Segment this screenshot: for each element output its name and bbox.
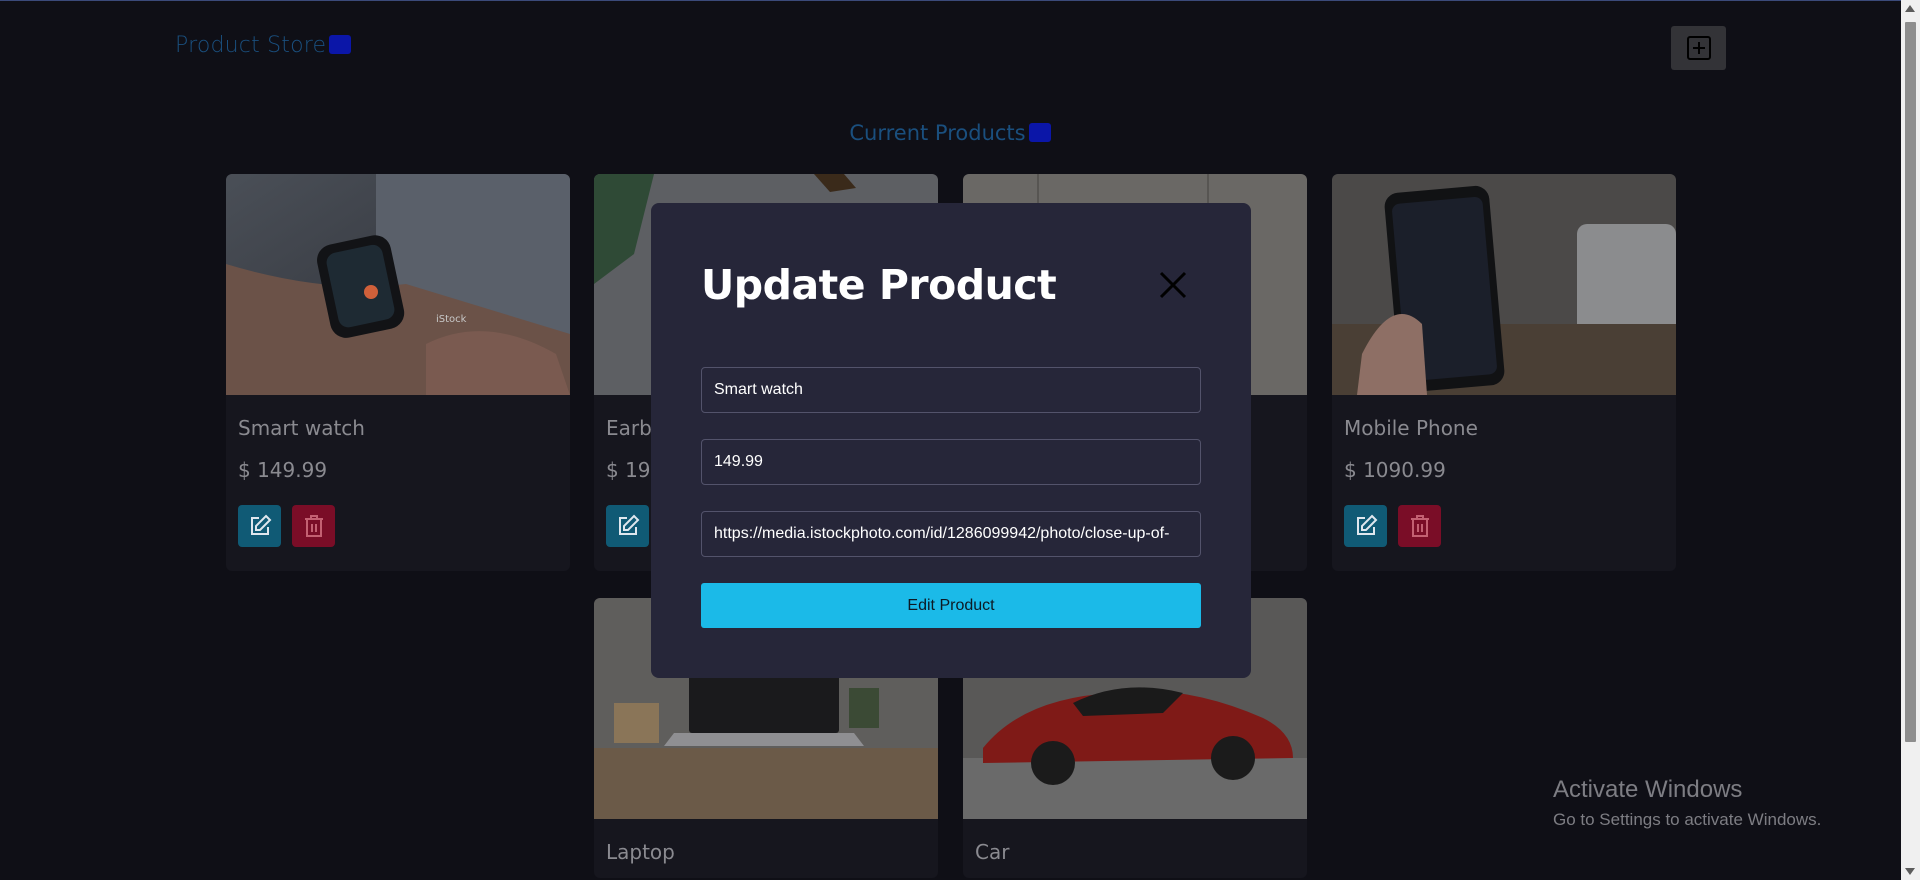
scroll-up-arrow-icon[interactable] — [1905, 5, 1915, 12]
product-price-input[interactable] — [701, 439, 1201, 485]
section-title-text: Current Products — [849, 121, 1026, 145]
edit-product-button[interactable]: Edit Product — [701, 583, 1201, 628]
trash-icon — [304, 515, 323, 537]
product-price: $ 149.99 — [238, 458, 328, 482]
plus-square-icon — [1686, 36, 1711, 60]
product-image: iStock — [226, 174, 570, 395]
product-name: Smart watch — [238, 416, 365, 440]
product-card: Mobile Phone $ 1090.99 — [1332, 174, 1676, 571]
product-image — [1332, 174, 1676, 395]
vertical-scrollbar[interactable] — [1901, 0, 1920, 880]
update-product-modal: Update Product Edit Product — [651, 203, 1251, 678]
product-card: iStock Smart watch $ 149.99 — [226, 174, 570, 571]
brand-logo[interactable]: Product Store — [175, 33, 352, 58]
section-title: Current Products — [0, 121, 1900, 145]
add-product-button[interactable] — [1671, 26, 1726, 70]
close-icon — [1159, 271, 1187, 299]
delete-button[interactable] — [1398, 505, 1441, 547]
product-name-input[interactable] — [701, 367, 1201, 413]
edit-button[interactable] — [606, 505, 649, 547]
products-emoji-icon — [1028, 123, 1051, 142]
product-name: Car — [975, 840, 1010, 864]
scroll-down-arrow-icon[interactable] — [1905, 868, 1915, 875]
edit-icon — [250, 514, 271, 535]
svg-text:iStock: iStock — [436, 314, 467, 325]
delete-button[interactable] — [292, 505, 335, 547]
activate-windows-watermark: Activate Windows Go to Settings to activ… — [1553, 776, 1821, 830]
modal-title: Update Product — [701, 261, 1057, 309]
product-name: Laptop — [606, 840, 675, 864]
brand-label: Product Store — [175, 33, 327, 58]
edit-button[interactable] — [238, 505, 281, 547]
watermark-subtitle: Go to Settings to activate Windows. — [1553, 810, 1822, 829]
product-image-url-input[interactable] — [701, 511, 1201, 557]
scroll-thumb[interactable] — [1905, 22, 1916, 742]
store-emoji-icon — [329, 35, 352, 54]
product-name: Earb — [606, 416, 652, 440]
product-price: $ 1090.99 — [1344, 458, 1446, 482]
edit-icon — [618, 514, 639, 535]
top-border — [0, 0, 1920, 1]
trash-icon — [1410, 515, 1429, 537]
edit-icon — [1356, 514, 1377, 535]
watermark-title: Activate Windows — [1553, 776, 1743, 803]
close-button[interactable] — [1153, 265, 1193, 305]
product-name: Mobile Phone — [1344, 416, 1478, 440]
edit-button[interactable] — [1344, 505, 1387, 547]
